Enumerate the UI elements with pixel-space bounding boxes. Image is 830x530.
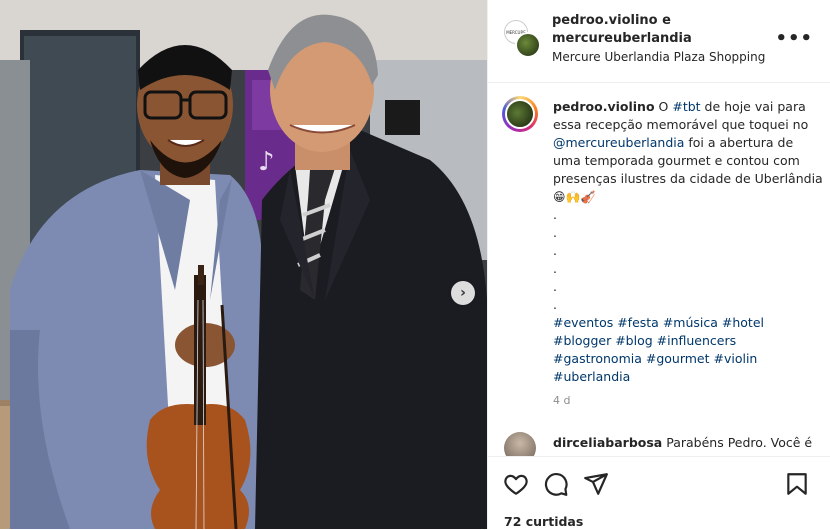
post-timestamp[interactable]: 4 d xyxy=(553,392,823,410)
photo-illustration: ♪ xyxy=(0,0,487,529)
comment-icon[interactable] xyxy=(543,471,569,497)
bookmark-icon[interactable] xyxy=(784,471,810,497)
hashtags-line-3[interactable]: #gastronomia #gourmet #violin xyxy=(553,350,823,368)
dot-line: . xyxy=(553,297,557,312)
collab-usernames: pedroo.violino e mercureuberlandia xyxy=(552,12,692,48)
post-photo[interactable]: ♪ › xyxy=(0,0,487,529)
hashtags-line-1[interactable]: #eventos #festa #música #hotel xyxy=(553,314,823,332)
comment-row: dirceliabarbosa Parabéns Pedro. Você é xyxy=(488,432,830,464)
more-options-icon[interactable]: ••• xyxy=(775,28,813,49)
dot-line: . xyxy=(553,261,557,276)
dot-line: . xyxy=(553,225,557,240)
caption-part1: O xyxy=(658,99,673,114)
share-icon[interactable] xyxy=(583,471,609,497)
pedroo-avatar[interactable] xyxy=(515,32,541,58)
username-mercure[interactable]: mercureuberlandia xyxy=(552,31,692,46)
collab-avatars[interactable]: MERCURE xyxy=(504,20,541,58)
dot-line: . xyxy=(553,279,557,294)
hashtags-line-4[interactable]: #uberlandia xyxy=(553,368,823,386)
username-pedroo[interactable]: pedroo.violino xyxy=(552,13,658,28)
commenter-username[interactable]: dirceliabarbosa xyxy=(553,435,662,450)
connector-text: e xyxy=(657,13,671,28)
caption-avatar[interactable] xyxy=(502,96,538,132)
comment-text: dirceliabarbosa Parabéns Pedro. Você é xyxy=(553,435,812,450)
hashtag-tbt[interactable]: #tbt xyxy=(672,99,700,114)
caption-text: pedroo.violino O #tbt de hoje vai para e… xyxy=(553,98,823,410)
svg-text:♪: ♪ xyxy=(258,147,275,177)
caption-username[interactable]: pedroo.violino xyxy=(553,99,655,114)
chevron-right-icon: › xyxy=(460,285,466,301)
mention-mercure[interactable]: @mercureuberlandia xyxy=(553,135,684,150)
caption-emojis: 😁🙌🎻 xyxy=(553,190,596,204)
post-header: MERCURE pedroo.violino e mercureuberland… xyxy=(488,0,830,83)
location-link[interactable]: Mercure Uberlandia Plaza Shopping xyxy=(552,50,765,64)
dot-line: . xyxy=(553,243,557,258)
likes-count[interactable]: 72 curtidas xyxy=(504,514,583,529)
post-details-panel: MERCURE pedroo.violino e mercureuberland… xyxy=(487,0,830,530)
action-bar: 72 curtidas xyxy=(488,456,830,530)
hashtags-line-2[interactable]: #blogger #blog #influencers xyxy=(553,332,823,350)
carousel-next-button[interactable]: › xyxy=(451,281,475,305)
dot-line: . xyxy=(553,207,557,222)
comment-body: Parabéns Pedro. Você é xyxy=(662,435,813,450)
heart-icon[interactable] xyxy=(503,471,529,497)
